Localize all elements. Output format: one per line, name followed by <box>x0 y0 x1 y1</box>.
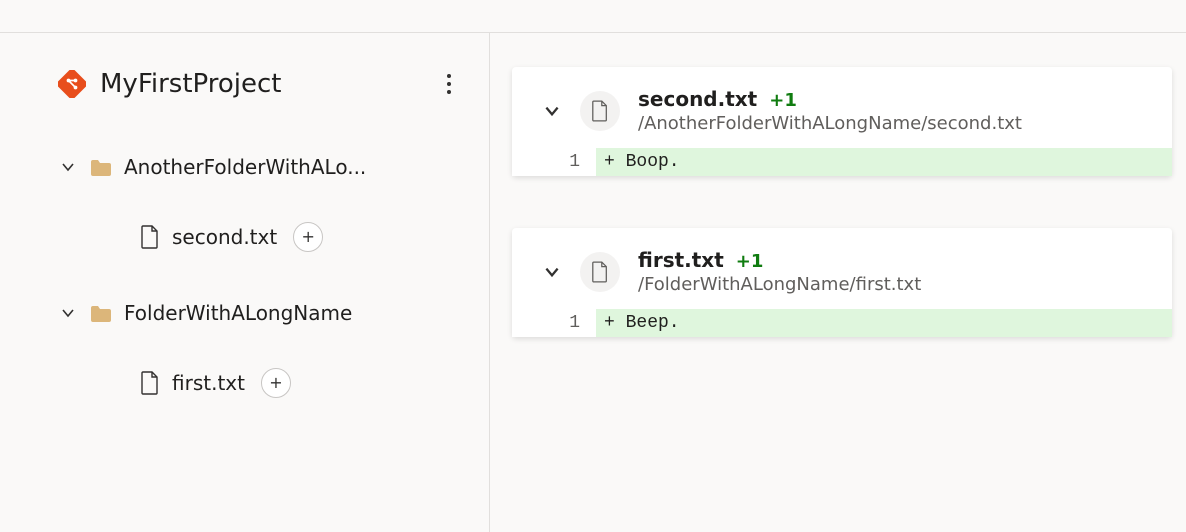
folder-icon <box>90 304 112 322</box>
project-header: MyFirstProject <box>58 69 463 99</box>
chevron-down-icon <box>58 305 78 321</box>
diff-line-number: 1 <box>512 148 596 176</box>
file-icon <box>580 252 620 292</box>
stage-file-button[interactable]: + <box>293 222 323 252</box>
tree-folder[interactable]: FolderWithALongName <box>58 289 463 337</box>
sidebar: MyFirstProject AnotherFolderWithALo... <box>0 33 490 532</box>
folder-icon <box>90 158 112 176</box>
project-title: MyFirstProject <box>100 69 421 99</box>
file-tree: AnotherFolderWithALo... second.txt + Fol… <box>58 143 463 407</box>
chevron-down-icon <box>58 159 78 175</box>
diff-line-added: 1 + Beep. <box>512 309 1172 337</box>
git-project-icon <box>58 70 86 98</box>
file-icon <box>580 91 620 131</box>
file-icon <box>140 225 160 249</box>
project-menu-button[interactable] <box>435 70 463 98</box>
collapse-diff-button[interactable] <box>542 102 562 120</box>
diff-filepath: /AnotherFolderWithALongName/second.txt <box>638 113 1022 134</box>
collapse-diff-button[interactable] <box>542 263 562 281</box>
diff-line-number: 1 <box>512 309 596 337</box>
tree-folder-label: FolderWithALongName <box>124 301 352 325</box>
tree-file-label: first.txt <box>172 371 245 395</box>
tree-file-label: second.txt <box>172 225 277 249</box>
tree-folder[interactable]: AnotherFolderWithALo... <box>58 143 463 191</box>
diff-delta-count: +1 <box>736 251 764 272</box>
diff-line-added: 1 + Boop. <box>512 148 1172 176</box>
diff-card: first.txt +1 /FolderWithALongName/first.… <box>512 228 1172 337</box>
diff-line-code: + Beep. <box>596 309 1172 337</box>
file-icon <box>140 371 160 395</box>
diff-filename: second.txt <box>638 87 757 111</box>
tree-file[interactable]: second.txt + <box>58 213 463 261</box>
diff-filepath: /FolderWithALongName/first.txt <box>638 274 921 295</box>
tree-folder-label: AnotherFolderWithALo... <box>124 155 366 179</box>
stage-file-button[interactable]: + <box>261 368 291 398</box>
diff-panel: second.txt +1 /AnotherFolderWithALongNam… <box>490 33 1186 532</box>
diff-line-code: + Boop. <box>596 148 1172 176</box>
diff-filename: first.txt <box>638 248 724 272</box>
diff-delta-count: +1 <box>769 90 797 111</box>
diff-card-header: first.txt +1 /FolderWithALongName/first.… <box>512 228 1172 309</box>
tree-file[interactable]: first.txt + <box>58 359 463 407</box>
diff-card: second.txt +1 /AnotherFolderWithALongNam… <box>512 67 1172 176</box>
diff-card-header: second.txt +1 /AnotherFolderWithALongNam… <box>512 67 1172 148</box>
